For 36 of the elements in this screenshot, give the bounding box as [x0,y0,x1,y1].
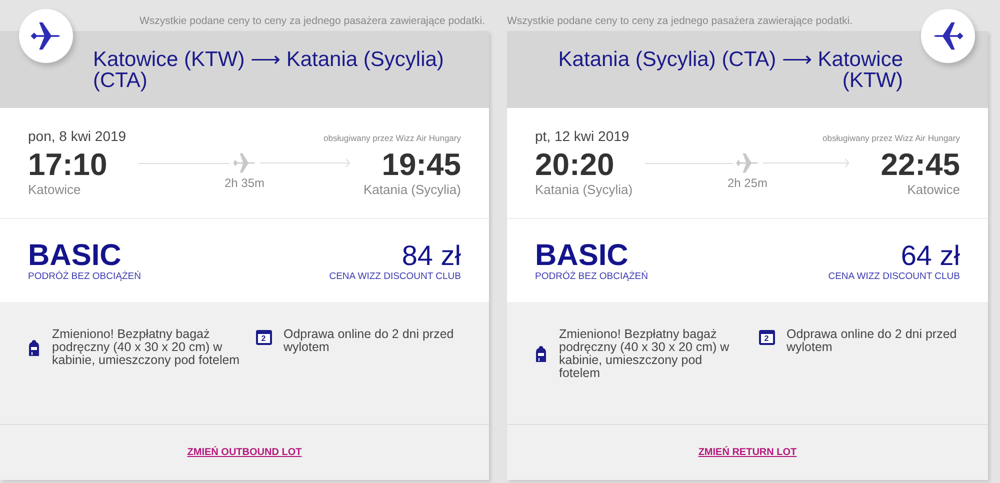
fare-name: BASIC [535,241,628,271]
flight-date: pt, 12 kwi 2019 [535,128,630,144]
arrival-city: Katowice [906,182,960,197]
departure-city: Katowice [28,182,82,197]
feature-text: Odprawa online do 2 dni przed wylotem [786,328,958,354]
fare-note: PODRÓŻ BEZ OBCIĄŻEŃ [535,271,648,282]
route-title: Katania (Sycylia) (CTA) ⟶ Katowice (KTW) [557,49,903,91]
arrival-city: Katania (Sycylia) [362,182,461,197]
change-flight-link[interactable]: ZMIEŃ RETURN LOT [698,447,797,458]
fare-note: PODRÓŻ BEZ OBCIĄŻEŃ [28,271,141,282]
arrival-time: 19:45 [380,148,461,182]
backpack-icon [28,338,40,356]
feature-text: Zmieniono! Bezpłatny bagaż podręczny (40 x 30 x 20 cm) w kabinie, umieszczony pod fotelem [52,328,241,367]
flight-date: pon, 8 kwi 2019 [28,128,126,144]
arrival-time: 22:45 [880,148,960,182]
feature-text: Odprawa online do 2 dni przed wylotem [284,328,455,354]
calendar-icon: 2 [256,330,272,345]
route-title: Katowice (KTW) ⟶ Katania (Sycylia) (CTA) [93,49,445,91]
price-amount: 64 zł [900,241,960,271]
fare-name: BASIC [28,241,122,271]
departure-time: 17:10 [28,148,108,182]
price-note: CENA WIZZ DISCOUNT CLUB [828,271,960,282]
flight-duration: 2h 25m [727,176,768,190]
backpack-icon [535,345,547,363]
departure-time: 20:20 [535,148,616,182]
departure-city: Katania (Sycylia) [535,182,634,197]
price-amount: 84 zł [400,241,461,271]
change-flight-link[interactable]: ZMIEŃ OUTBOUND LOT [187,447,302,458]
operator-text: obsługiwany przez Wizz Air Hungary [324,133,461,143]
feature-text: Zmieniono! Bezpłatny bagaż podręczny (40 x 30 x 20 cm) w kabinie, umieszczony pod fotelem [559,328,730,380]
price-note: CENA WIZZ DISCOUNT CLUB [329,271,461,282]
price-notice: Wszystkie podane ceny to ceny za jednego pasażera zawierające podatki. [138,14,486,29]
flight-duration: 2h 35m [224,176,265,190]
calendar-icon: 2 [758,330,774,345]
price-notice: Wszystkie podane ceny to ceny za jednego pasażera zawierające podatki. [507,14,854,29]
operator-text: obsługiwany przez Wizz Air Hungary [822,133,960,143]
